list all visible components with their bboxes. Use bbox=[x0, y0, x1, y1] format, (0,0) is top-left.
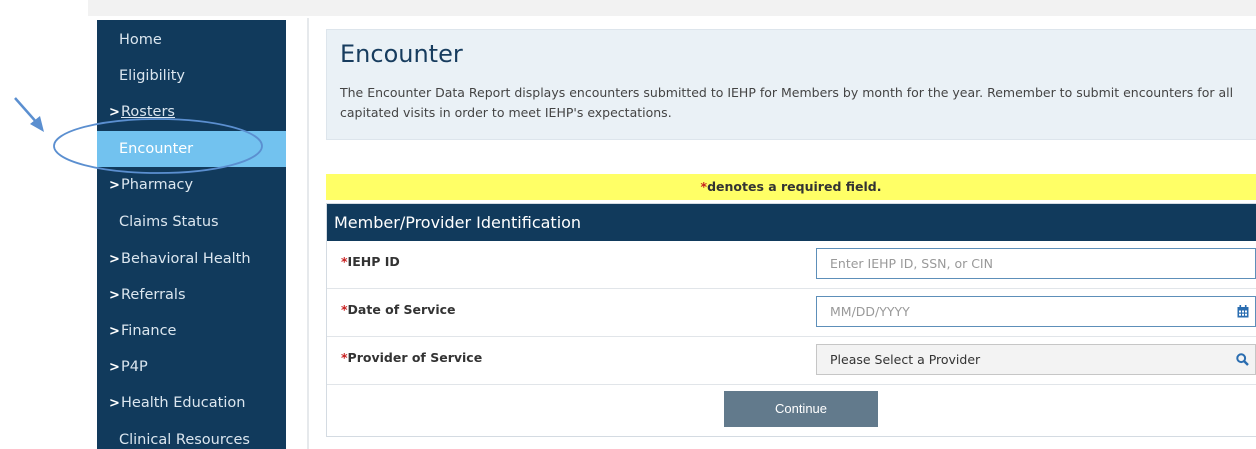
provider-select[interactable]: Please Select a Provider bbox=[816, 344, 1256, 375]
search-icon[interactable] bbox=[1236, 345, 1249, 377]
provider-of-service-row: *Provider of Service Please Select a Pro… bbox=[327, 337, 1256, 385]
sidebar-item-eligibility[interactable]: Eligibility bbox=[97, 58, 286, 94]
date-of-service-label: *Date of Service bbox=[341, 302, 456, 317]
sidebar-item-label: Behavioral Health bbox=[121, 251, 251, 267]
sidebar-item-label: Claims Status bbox=[119, 214, 219, 230]
sidebar-item-referrals[interactable]: >Referrals bbox=[97, 277, 286, 313]
sidebar-item-label: Health Education bbox=[121, 395, 246, 411]
sidebar-item-home[interactable]: Home bbox=[97, 22, 286, 58]
form-title: Member/Provider Identification bbox=[327, 204, 1256, 241]
chevron-right-icon: > bbox=[109, 252, 120, 267]
chevron-right-icon: > bbox=[109, 360, 120, 375]
sidebar-item-encounter[interactable]: Encounter bbox=[97, 131, 286, 167]
sidebar-item-p4p[interactable]: >P4P bbox=[97, 349, 286, 385]
page-title: Encounter bbox=[340, 40, 463, 68]
provider-select-value: Please Select a Provider bbox=[830, 352, 981, 367]
chevron-right-icon: > bbox=[109, 105, 120, 120]
iehp-id-input[interactable]: Enter IEHP ID, SSN, or CIN bbox=[816, 248, 1256, 279]
sidebar-item-finance[interactable]: >Finance bbox=[97, 313, 286, 349]
sidebar: Home Eligibility >Rosters Encounter >Pha… bbox=[97, 20, 286, 449]
chevron-right-icon: > bbox=[109, 396, 120, 411]
required-note: *denotes a required field. bbox=[326, 174, 1256, 200]
top-band bbox=[88, 0, 1256, 16]
sidebar-item-label: Eligibility bbox=[119, 68, 186, 84]
content-divider bbox=[307, 18, 309, 449]
sidebar-item-label: Home bbox=[119, 32, 162, 48]
member-provider-form: Member/Provider Identification *IEHP ID … bbox=[326, 203, 1256, 437]
page-header: Encounter The Encounter Data Report disp… bbox=[326, 29, 1256, 140]
sidebar-item-behavioral-health[interactable]: >Behavioral Health bbox=[97, 241, 286, 277]
continue-button[interactable]: Continue bbox=[724, 391, 878, 427]
date-of-service-row: *Date of Service MM/DD/YYYY bbox=[327, 289, 1256, 337]
iehp-id-row: *IEHP ID Enter IEHP ID, SSN, or CIN bbox=[327, 241, 1256, 289]
annotation-arrow-head bbox=[30, 116, 44, 132]
iehp-id-label: *IEHP ID bbox=[341, 254, 400, 269]
sidebar-item-label: Clinical Resources bbox=[119, 432, 250, 448]
sidebar-item-claims-status[interactable]: Claims Status bbox=[97, 204, 286, 240]
provider-of-service-label: *Provider of Service bbox=[341, 350, 483, 365]
chevron-right-icon: > bbox=[109, 178, 120, 193]
sidebar-item-label: Referrals bbox=[121, 287, 186, 303]
sidebar-item-label: P4P bbox=[121, 359, 148, 375]
sidebar-item-label: Pharmacy bbox=[121, 177, 194, 193]
sidebar-item-rosters[interactable]: >Rosters bbox=[97, 94, 286, 130]
date-of-service-input[interactable]: MM/DD/YYYY bbox=[816, 296, 1256, 327]
page-description: The Encounter Data Report displays encou… bbox=[340, 85, 1234, 120]
chevron-right-icon: > bbox=[109, 288, 120, 303]
sidebar-item-label: Finance bbox=[121, 323, 177, 339]
sidebar-item-label: Encounter bbox=[119, 141, 194, 157]
sidebar-item-clinical-resources[interactable]: Clinical Resources bbox=[97, 422, 286, 449]
sidebar-item-pharmacy[interactable]: >Pharmacy bbox=[97, 167, 286, 203]
sidebar-item-label: Rosters bbox=[121, 104, 175, 120]
sidebar-item-health-education[interactable]: >Health Education bbox=[97, 385, 286, 421]
chevron-right-icon: > bbox=[109, 324, 120, 339]
page: Home Eligibility >Rosters Encounter >Pha… bbox=[0, 0, 1256, 449]
date-of-service-placeholder: MM/DD/YYYY bbox=[830, 304, 910, 319]
annotation-arrow-line bbox=[14, 97, 39, 125]
calendar-icon[interactable] bbox=[1237, 297, 1249, 329]
required-note-text: denotes a required field. bbox=[707, 179, 882, 194]
